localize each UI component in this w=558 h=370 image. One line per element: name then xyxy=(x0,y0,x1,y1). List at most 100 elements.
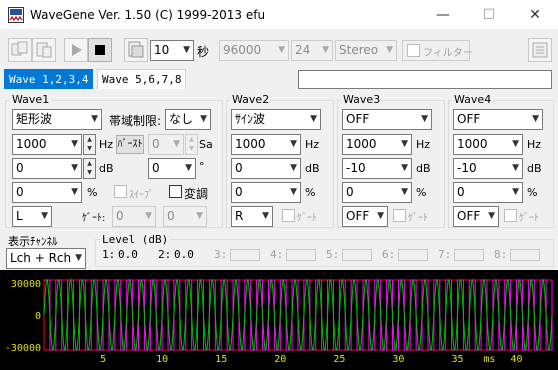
filter-toggle[interactable]: フィルター xyxy=(402,40,473,61)
play-icon[interactable] xyxy=(64,38,88,62)
x-tick-label: 20 xyxy=(274,354,286,365)
wave4-freq-unit: Hz xyxy=(527,138,542,151)
sample-rate-select[interactable]: 96000 ▼ xyxy=(219,40,289,61)
wave4-level-input[interactable]: -10 ▼ xyxy=(453,158,523,179)
settings-icon[interactable] xyxy=(528,38,552,62)
copy-icon[interactable] xyxy=(8,38,32,62)
title-bar[interactable]: WaveGene Ver. 1.50 (C) 1999-2013 efu — ☐… xyxy=(0,0,558,30)
bits-value: 24 xyxy=(295,43,311,57)
wave4-waveform-select[interactable]: OFF ▼ xyxy=(453,109,543,130)
close-button[interactable]: ✕ xyxy=(512,0,558,30)
level-7-meter xyxy=(454,249,484,261)
x-unit-label: ms xyxy=(483,354,495,365)
wave4-level-unit: dB xyxy=(527,162,542,175)
channels-select[interactable]: Stereo ▼ xyxy=(335,40,397,61)
chevron-down-icon: ▼ xyxy=(183,45,190,55)
chevron-down-icon: ▼ xyxy=(512,139,519,149)
level-6-meter xyxy=(398,249,428,261)
sweep-label: ｽｲｰﾌﾟ xyxy=(129,190,154,201)
chevron-down-icon: ▼ xyxy=(290,139,297,149)
wave3-waveform-select[interactable]: OFF ▼ xyxy=(342,109,432,130)
burst-spinner[interactable]: ▲ ▼ xyxy=(185,134,198,155)
chevron-down-icon: ▼ xyxy=(145,211,152,221)
level-5-label: 5: xyxy=(326,248,340,261)
chevron-down-icon: ▼ xyxy=(290,187,297,197)
duration-value: 10 xyxy=(154,43,170,57)
gate-off-input[interactable]: 0 ▼ xyxy=(163,206,207,227)
level-8-label: 8: xyxy=(494,248,508,261)
chevron-down-icon: ▼ xyxy=(290,163,297,173)
chevron-down-icon: ▼ xyxy=(185,163,192,173)
wave1-freq-input[interactable]: 1000 ▼ xyxy=(12,134,82,155)
x-tick-label: 10 xyxy=(156,354,168,365)
duration-unit: 秒 xyxy=(197,45,210,59)
stop-icon[interactable] xyxy=(88,38,112,62)
wave1-freq-spinner[interactable]: ▲ ▼ xyxy=(83,134,96,155)
minimize-button[interactable]: — xyxy=(420,0,466,30)
wave3-duty-input[interactable]: 0 ▼ xyxy=(342,182,412,203)
wave1-duty-input[interactable]: 0 ▼ xyxy=(12,182,82,203)
gate-on-value: 0 xyxy=(116,209,124,223)
filter-checkbox[interactable] xyxy=(407,44,420,57)
wave3-channel-select[interactable]: OFF ▼ xyxy=(342,206,388,227)
wave1-waveform: 矩形波 xyxy=(16,112,53,126)
wave2-channel-select[interactable]: R ▼ xyxy=(231,206,273,227)
chevron-down-icon: ▼ xyxy=(71,163,78,173)
maximize-button[interactable]: ☐ xyxy=(466,0,512,30)
wave3-waveform: OFF xyxy=(346,112,370,126)
wave4-gate-checkbox[interactable] xyxy=(504,209,517,222)
phase-input[interactable]: 0 ▼ xyxy=(148,158,196,179)
wave2-level: 0 xyxy=(235,161,243,175)
display-channel-select[interactable]: Lch + Rch ▼ xyxy=(6,248,86,269)
wave2-level-unit: dB xyxy=(305,162,320,175)
level-8-meter xyxy=(510,249,540,261)
wave4-freq-input[interactable]: 1000 ▼ xyxy=(453,134,523,155)
wave2-level-input[interactable]: 0 ▼ xyxy=(231,158,301,179)
wave1-waveform-select[interactable]: 矩形波 ▼ xyxy=(12,109,102,130)
save-wave-icon[interactable] xyxy=(124,38,148,62)
wave2-duty-unit: % xyxy=(305,186,316,199)
duration-select[interactable]: 10 ▼ xyxy=(150,40,194,61)
bits-select[interactable]: 24 ▼ xyxy=(291,40,333,61)
wave2-waveform-select[interactable]: ｻｲﾝ波 ▼ xyxy=(231,109,321,130)
wave1-channel-select[interactable]: L ▼ xyxy=(12,206,52,227)
band-limit-select[interactable]: なし ▼ xyxy=(165,109,211,130)
gate-on-input[interactable]: 0 ▼ xyxy=(112,206,156,227)
tab-wave-5-8[interactable]: Wave 5,6,7,8 xyxy=(97,69,187,89)
sweep-checkbox[interactable] xyxy=(114,185,127,198)
wave1-level-input[interactable]: 0 ▼ xyxy=(12,158,82,179)
modulate-label: 変調 xyxy=(184,187,209,201)
x-tick-label: 30 xyxy=(392,354,404,365)
level-2-label: 2: xyxy=(158,248,172,261)
level-title: Level (dB) xyxy=(100,233,171,246)
wave3-level-input[interactable]: -10 ▼ xyxy=(342,158,412,179)
wave2-freq-input[interactable]: 1000 ▼ xyxy=(231,134,301,155)
window-title: WaveGene Ver. 1.50 (C) 1999-2013 efu xyxy=(30,8,266,22)
wave4-duty: 0 xyxy=(457,185,465,199)
paste-icon[interactable] xyxy=(32,38,56,62)
wave1-duty-unit: % xyxy=(87,186,98,199)
wave4-duty-input[interactable]: 0 ▼ xyxy=(453,182,523,203)
chevron-down-icon: ▼ xyxy=(488,211,495,221)
wave3-freq-input[interactable]: 1000 ▼ xyxy=(342,134,412,155)
level-4-meter xyxy=(286,249,316,261)
comment-input[interactable] xyxy=(298,70,552,89)
wave2-gate-checkbox[interactable] xyxy=(282,209,295,222)
tab-wave-1-4[interactable]: Wave 1,2,3,4 xyxy=(4,69,94,89)
wave3-gate-checkbox[interactable] xyxy=(393,209,406,222)
x-tick-label: 35 xyxy=(451,354,463,365)
chevron-down-icon: ▼ xyxy=(377,211,384,221)
level-1-label: 1: xyxy=(102,248,116,261)
wave1-level-spinner[interactable]: ▲ ▼ xyxy=(83,158,96,179)
band-limit-label: 帯域制限: xyxy=(109,114,162,128)
wave3-freq: 1000 xyxy=(346,137,377,151)
wave2-duty-input[interactable]: 0 ▼ xyxy=(231,182,301,203)
wave3-channel: OFF xyxy=(346,209,370,223)
wave1-freq: 1000 xyxy=(16,137,47,151)
chevron-down-icon: ▼ xyxy=(401,139,408,149)
burst-button[interactable]: ﾊﾞｰｽﾄ xyxy=(116,135,144,154)
burst-input[interactable]: 0 ▼ xyxy=(148,134,184,155)
oscilloscope: 5 10 15 20 25 30 35 40 ms 30000 0 -30000 xyxy=(0,270,558,370)
wave4-channel-select[interactable]: OFF ▼ xyxy=(453,206,499,227)
modulate-checkbox[interactable] xyxy=(169,185,182,198)
